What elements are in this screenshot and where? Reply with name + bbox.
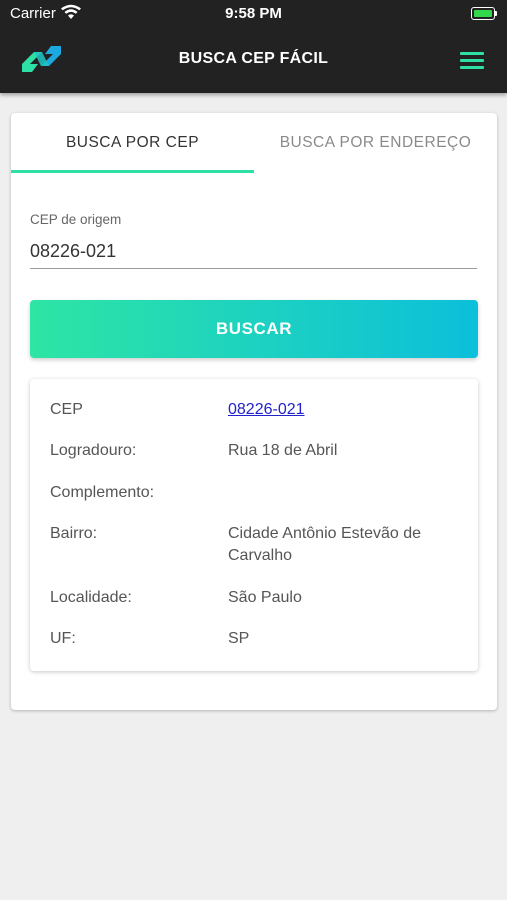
result-key: Bairro: bbox=[50, 525, 98, 542]
result-value: São Paulo bbox=[228, 589, 302, 606]
cep-input[interactable] bbox=[30, 235, 477, 269]
tab-busca-por-endereco[interactable]: BUSCA POR ENDEREÇO bbox=[254, 113, 497, 173]
search-card: BUSCA POR CEP BUSCA POR ENDEREÇO CEP de … bbox=[11, 113, 497, 710]
hamburger-menu-icon[interactable] bbox=[460, 50, 485, 70]
cep-field-label: CEP de origem bbox=[30, 212, 122, 227]
result-key: CEP bbox=[50, 401, 83, 418]
app-title: BUSCA CEP FÁCIL bbox=[178, 50, 329, 67]
result-key: Complemento: bbox=[50, 484, 155, 501]
result-value: Rua 18 de Abril bbox=[228, 442, 338, 459]
buscar-button[interactable]: BUSCAR bbox=[30, 300, 478, 358]
result-key: UF: bbox=[50, 630, 76, 647]
result-value: SP bbox=[228, 630, 250, 647]
result-key: Localidade: bbox=[50, 589, 132, 606]
status-time: 9:58 PM bbox=[225, 5, 282, 22]
battery-icon bbox=[471, 7, 497, 20]
tab-busca-por-cep[interactable]: BUSCA POR CEP bbox=[11, 113, 254, 173]
top-bar: Carrier 9:58 PM BUSCA CEP FÁCIL bbox=[0, 0, 507, 93]
cep-result-link[interactable]: 08226-021 bbox=[228, 399, 458, 421]
status-bar: Carrier 9:58 PM bbox=[0, 0, 507, 28]
active-tab-indicator bbox=[11, 170, 254, 173]
result-card: CEP 08226-021 Logradouro: Rua 18 de Abri… bbox=[30, 379, 478, 671]
result-value: Cidade Antônio Estevão de Carvalho bbox=[228, 525, 422, 564]
result-key: Logradouro: bbox=[50, 442, 137, 459]
